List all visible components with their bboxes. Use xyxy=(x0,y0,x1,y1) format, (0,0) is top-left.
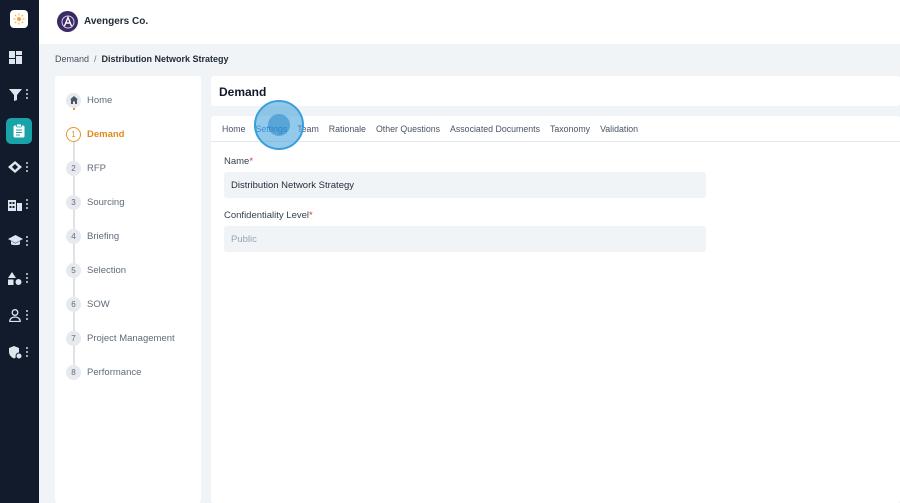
required-mark: * xyxy=(309,210,313,221)
required-mark: * xyxy=(249,156,254,167)
step-number: 8 xyxy=(66,364,81,380)
step-number: 4 xyxy=(66,228,81,244)
clipboard-icon xyxy=(11,123,27,139)
name-label-text: Name xyxy=(224,156,250,167)
tab-rationale[interactable]: Rationale xyxy=(329,124,366,134)
more-icon[interactable] xyxy=(26,310,29,320)
step-sourcing[interactable]: 3 Sourcing xyxy=(66,194,125,210)
tab-other-questions[interactable]: Other Questions xyxy=(376,124,440,134)
confidentiality-label-text: Confidentiality Level xyxy=(224,210,310,221)
filter-icon xyxy=(7,86,23,102)
page-header: Demand xyxy=(211,76,900,106)
rail-organization[interactable] xyxy=(7,192,35,216)
step-number: 6 xyxy=(66,296,81,312)
name-field[interactable]: Distribution Network Strategy xyxy=(224,172,706,198)
step-sow[interactable]: 6 SOW xyxy=(66,296,110,312)
main-area: Demand / Distribution Network Strategy Hom… xyxy=(39,44,900,503)
step-briefing[interactable]: 4 Briefing xyxy=(66,228,119,244)
form-card: Home Settings Team Rationale Other Quest… xyxy=(211,116,900,503)
step-label: Performance xyxy=(87,366,142,378)
building-icon xyxy=(7,196,23,212)
rail-tags[interactable] xyxy=(7,155,35,179)
user-icon xyxy=(7,307,23,323)
workflow-stepper: Home 1 Demand 2 RFP 3 Sourcing 4 Briefin… xyxy=(55,76,201,503)
graduation-cap-icon xyxy=(7,233,23,249)
step-number: 1 xyxy=(66,126,81,142)
name-label: Name* xyxy=(224,156,253,167)
step-label: SOW xyxy=(87,298,110,310)
step-label: Sourcing xyxy=(87,196,125,208)
step-label: Briefing xyxy=(87,230,120,242)
tab-settings[interactable]: Settings xyxy=(255,124,287,134)
more-icon[interactable] xyxy=(26,199,29,209)
step-label: Demand xyxy=(87,128,125,140)
more-icon[interactable] xyxy=(26,162,29,172)
rail-filter[interactable] xyxy=(7,82,35,106)
step-number: 2 xyxy=(66,160,81,176)
step-number: 5 xyxy=(66,262,81,278)
confidentiality-field[interactable]: Public xyxy=(224,226,706,252)
breadcrumb-current: Distribution Network Strategy xyxy=(101,54,229,64)
tab-bar: Home Settings Team Rationale Other Quest… xyxy=(211,116,900,142)
tab-validation[interactable]: Validation xyxy=(600,124,638,134)
left-rail xyxy=(0,0,39,503)
confidentiality-label: Confidentiality Level* xyxy=(224,210,313,221)
content-area: Demand Home Settings Team Rationale Othe… xyxy=(211,76,900,503)
rail-catalog[interactable] xyxy=(7,266,35,290)
shapes-icon xyxy=(7,270,23,286)
tab-associated-documents[interactable]: Associated Documents xyxy=(450,124,540,134)
more-icon[interactable] xyxy=(26,273,29,283)
more-icon[interactable] xyxy=(26,347,29,357)
step-demand[interactable]: 1 Demand xyxy=(66,126,124,142)
step-label: Selection xyxy=(87,264,127,276)
step-project-management[interactable]: 7 Project Management xyxy=(66,330,175,346)
step-label: Home xyxy=(87,94,113,106)
top-bar: Avengers Co. xyxy=(39,0,900,44)
rail-dashboard[interactable] xyxy=(7,45,35,69)
tag-icon xyxy=(7,159,23,175)
step-home[interactable]: Home xyxy=(66,92,112,108)
rail-demand[interactable] xyxy=(6,118,32,144)
more-icon[interactable] xyxy=(26,236,29,246)
org-name: Avengers Co. xyxy=(84,16,149,27)
rail-users[interactable] xyxy=(7,303,35,327)
step-selection[interactable]: 5 Selection xyxy=(66,262,126,278)
shield-icon xyxy=(7,344,23,360)
step-rfp[interactable]: 2 RFP xyxy=(66,160,106,176)
step-number: 3 xyxy=(66,194,81,210)
tab-taxonomy[interactable]: Taxonomy xyxy=(550,124,590,134)
tab-home[interactable]: Home xyxy=(222,124,245,134)
page-title: Demand xyxy=(219,85,267,99)
app-logo-icon[interactable] xyxy=(10,10,28,28)
rail-learning[interactable] xyxy=(7,229,35,253)
breadcrumb: Demand / Distribution Network Strategy xyxy=(55,54,229,64)
dashboard-icon xyxy=(7,49,23,65)
step-number: 7 xyxy=(66,330,81,346)
rail-security[interactable] xyxy=(7,340,35,364)
tab-team[interactable]: Team xyxy=(297,124,319,134)
step-label: RFP xyxy=(87,162,106,174)
step-label: Project Management xyxy=(87,332,175,344)
breadcrumb-parent[interactable]: Demand xyxy=(55,54,89,64)
step-performance[interactable]: 8 Performance xyxy=(66,364,141,380)
breadcrumb-separator: / xyxy=(94,54,97,64)
home-icon xyxy=(66,92,81,108)
org-logo-icon[interactable] xyxy=(57,11,78,32)
more-icon[interactable] xyxy=(26,89,29,99)
